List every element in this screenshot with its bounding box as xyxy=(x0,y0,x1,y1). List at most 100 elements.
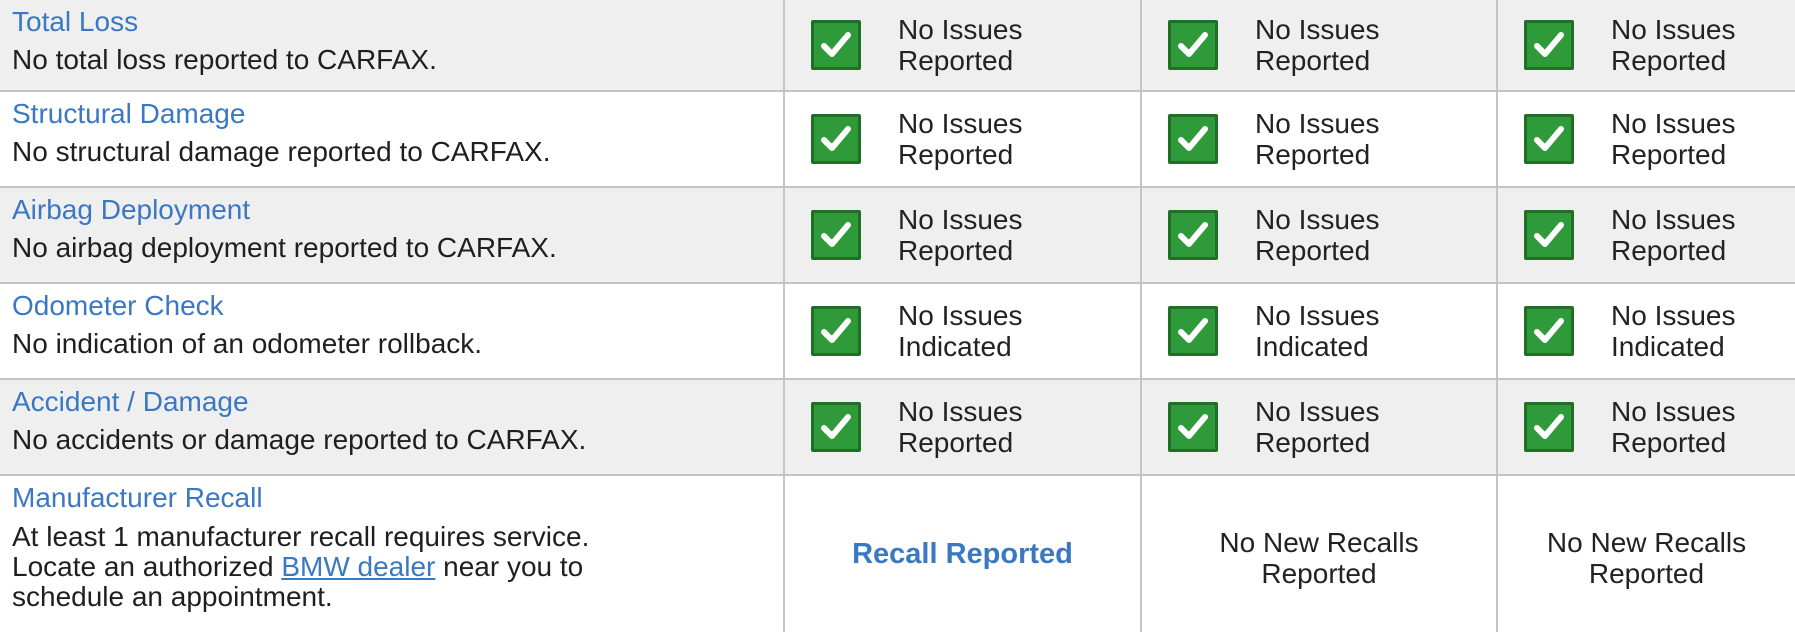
category-description: No airbag deployment reported to CARFAX. xyxy=(12,232,557,263)
status-text: No Issues Indicated xyxy=(1611,300,1781,362)
category-cell: Odometer Check No indication of an odomet… xyxy=(0,284,785,380)
status-line1: No Issues xyxy=(898,204,1023,235)
status-text: No Issues Reported xyxy=(1255,204,1425,266)
status-line2: Reported xyxy=(1611,45,1727,76)
status-text: No Issues Reported xyxy=(1611,14,1781,76)
status-line2: Reported xyxy=(898,139,1014,170)
status-cell: No Issues Reported xyxy=(1142,188,1498,284)
status-text: No Issues Reported xyxy=(1255,108,1425,170)
status-line1: No Issues xyxy=(1611,108,1736,139)
category-cell: Structural Damage No structural damage re… xyxy=(0,92,785,188)
recall-status-cell: Recall Reported xyxy=(785,476,1142,632)
status-line2: Reported xyxy=(1255,427,1371,458)
recall-category-cell: Manufacturer Recall At least 1 manufactur… xyxy=(0,476,785,632)
status-cell: No Issues Reported xyxy=(1498,0,1795,92)
status-line2: Reported xyxy=(1255,45,1371,76)
status-text: No Issues Reported xyxy=(898,396,1068,458)
status-cell: No Issues Reported xyxy=(1142,92,1498,188)
status-text: No Issues Reported xyxy=(898,14,1068,76)
status-cell: No Issues Reported xyxy=(785,188,1142,284)
green-check-icon xyxy=(1168,306,1218,356)
status-line2: Reported xyxy=(1255,235,1371,266)
category-title-link[interactable]: Total Loss xyxy=(12,6,771,38)
green-check-icon xyxy=(1168,402,1218,452)
status-cell: No Issues Reported xyxy=(1498,188,1795,284)
green-check-icon xyxy=(1524,20,1574,70)
category-cell: Accident / Damage No accidents or damage … xyxy=(0,380,785,476)
recall-status-cell: No New Recalls Reported xyxy=(1142,476,1498,632)
status-line2: Indicated xyxy=(1255,331,1369,362)
status-line1: No Issues xyxy=(898,300,1023,331)
status-cell: No Issues Reported xyxy=(785,92,1142,188)
status-cell: No Issues Reported xyxy=(785,380,1142,476)
status-line2: Reported xyxy=(1611,427,1727,458)
category-title-link[interactable]: Structural Damage xyxy=(12,98,771,130)
status-cell: No Issues Reported xyxy=(785,0,1142,92)
status-line1: No Issues xyxy=(898,108,1023,139)
status-line2: Indicated xyxy=(1611,331,1725,362)
recall-desc-line3: schedule an appointment. xyxy=(12,581,333,612)
category-title-link[interactable]: Airbag Deployment xyxy=(12,194,771,226)
status-cell: No Issues Reported xyxy=(1498,92,1795,188)
status-text: No Issues Reported xyxy=(898,204,1068,266)
status-line2: Reported xyxy=(898,427,1014,458)
green-check-icon xyxy=(1524,306,1574,356)
green-check-icon xyxy=(811,20,861,70)
no-recall-line1: No New Recalls xyxy=(1546,527,1747,558)
green-check-icon xyxy=(811,306,861,356)
category-title-link[interactable]: Accident / Damage xyxy=(12,386,771,418)
status-line1: No Issues xyxy=(1255,14,1380,45)
status-cell: No Issues Reported xyxy=(1142,0,1498,92)
status-cell: No Issues Indicated xyxy=(785,284,1142,380)
recall-desc-line2: Locate an authorized BMW dealer near you… xyxy=(12,552,771,582)
status-line2: Reported xyxy=(1611,139,1727,170)
status-text: No Issues Reported xyxy=(1255,14,1425,76)
status-text: No Issues Reported xyxy=(1255,396,1425,458)
recall-status-cell: No New Recalls Reported xyxy=(1498,476,1795,632)
category-description: No accidents or damage reported to CARFA… xyxy=(12,424,587,455)
status-text: No Issues Reported xyxy=(1611,396,1781,458)
category-cell: Airbag Deployment No airbag deployment re… xyxy=(0,188,785,284)
recall-title-link[interactable]: Manufacturer Recall xyxy=(12,482,771,514)
recall-desc-post: near you to xyxy=(435,551,584,582)
status-line1: No Issues xyxy=(898,396,1023,427)
status-line2: Reported xyxy=(898,45,1014,76)
status-cell: No Issues Reported xyxy=(1498,380,1795,476)
green-check-icon xyxy=(811,402,861,452)
no-new-recalls-text: No New Recalls Reported xyxy=(1547,519,1746,589)
status-line2: Indicated xyxy=(898,331,1012,362)
status-text: No Issues Reported xyxy=(1611,108,1781,170)
status-line1: No Issues xyxy=(1255,300,1380,331)
status-text: No Issues Indicated xyxy=(898,300,1068,362)
category-description: No total loss reported to CARFAX. xyxy=(12,44,437,75)
green-check-icon xyxy=(1524,114,1574,164)
history-comparison-table: Total Loss No total loss reported to CARF… xyxy=(0,0,1795,632)
status-line1: No Issues xyxy=(1611,300,1736,331)
green-check-icon xyxy=(811,210,861,260)
category-description: No indication of an odometer rollback. xyxy=(12,328,483,359)
green-check-icon xyxy=(1168,20,1218,70)
category-cell: Total Loss No total loss reported to CARF… xyxy=(0,0,785,92)
green-check-icon xyxy=(1168,210,1218,260)
status-line1: No Issues xyxy=(1255,396,1380,427)
status-line1: No Issues xyxy=(1611,204,1736,235)
bmw-dealer-link[interactable]: BMW dealer xyxy=(281,551,435,582)
green-check-icon xyxy=(1168,114,1218,164)
status-text: No Issues Indicated xyxy=(1255,300,1425,362)
recall-reported-link[interactable]: Recall Reported xyxy=(852,538,1073,571)
status-cell: No Issues Indicated xyxy=(1142,284,1498,380)
green-check-icon xyxy=(1524,402,1574,452)
no-new-recalls-text: No New Recalls Reported xyxy=(1219,519,1418,589)
status-line2: Reported xyxy=(1611,235,1727,266)
status-cell: No Issues Indicated xyxy=(1498,284,1795,380)
recall-desc-line1: At least 1 manufacturer recall requires … xyxy=(12,521,590,552)
status-line1: No Issues xyxy=(1611,14,1736,45)
status-text: No Issues Reported xyxy=(898,108,1068,170)
category-title-link[interactable]: Odometer Check xyxy=(12,290,771,322)
status-cell: No Issues Reported xyxy=(1142,380,1498,476)
status-line2: Reported xyxy=(1255,139,1371,170)
no-recall-line1: No New Recalls xyxy=(1219,527,1419,558)
status-line2: Reported xyxy=(898,235,1014,266)
no-recall-line2: Reported xyxy=(1588,558,1705,589)
green-check-icon xyxy=(811,114,861,164)
